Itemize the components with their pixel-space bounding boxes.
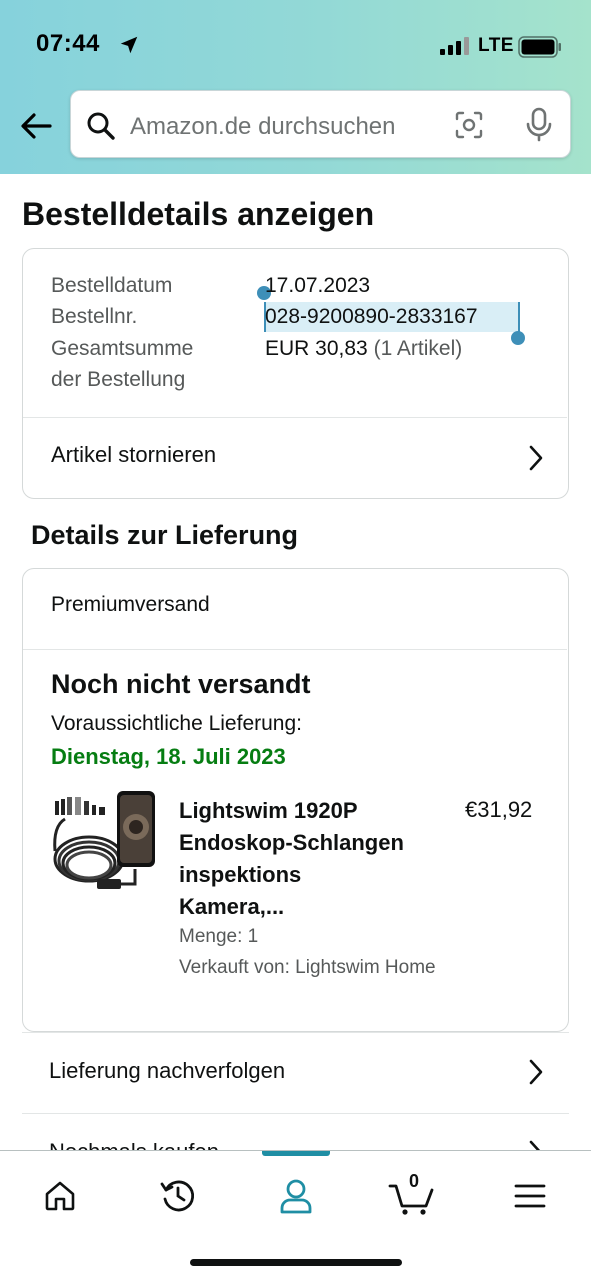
- back-arrow-icon[interactable]: [16, 106, 56, 146]
- order-total-amount: EUR 30,83: [265, 337, 368, 360]
- search-bar[interactable]: Amazon.de durchsuchen: [70, 90, 571, 158]
- product-image[interactable]: [51, 791, 157, 903]
- chevron-right-icon: [529, 445, 543, 471]
- product-title-line: Endoskop-Schlangen: [179, 830, 404, 855]
- page-title: Bestelldetails anzeigen: [22, 196, 375, 232]
- network-type: LTE: [478, 35, 514, 56]
- shipment-status: Noch nicht versandt: [51, 669, 311, 699]
- cart-count: 0: [408, 1171, 419, 1191]
- battery-icon: [518, 36, 561, 58]
- order-date-label: Bestelldatum: [51, 274, 173, 297]
- divider: [23, 649, 567, 650]
- order-number-label: Bestellnr.: [51, 305, 138, 328]
- home-indicator: [190, 1259, 402, 1266]
- product-quantity: Menge: 1: [179, 926, 259, 947]
- camera-scan-icon[interactable]: [453, 109, 485, 141]
- track-delivery-row[interactable]: Lieferung nachverfolgen: [22, 1032, 569, 1112]
- tab-home[interactable]: [30, 1171, 90, 1221]
- tab-cart[interactable]: 0: [382, 1171, 442, 1221]
- cancel-items-row[interactable]: Artikel stornieren: [23, 418, 567, 498]
- order-date-value: 17.07.2023: [265, 274, 371, 297]
- order-total-value: EUR 30,83 (1 Artikel): [265, 337, 462, 361]
- expected-delivery-date: Dienstag, 18. Juli 2023: [51, 744, 286, 769]
- account-icon: [280, 1179, 312, 1214]
- order-total-label: Gesamtsumme: [51, 337, 194, 360]
- history-icon: [160, 1180, 194, 1212]
- product-title-line: Lightswim 1920P: [179, 798, 358, 823]
- order-total-label-line2: der Bestellung: [51, 368, 186, 391]
- tab-menu[interactable]: [500, 1171, 560, 1221]
- product-seller: Verkauft von: Lightswim Home: [179, 957, 436, 978]
- order-summary-card: Bestelldatum 17.07.2023 Bestellnr. 028-9…: [22, 248, 569, 499]
- product-title-line: Kamera,...: [179, 894, 285, 919]
- microphone-icon[interactable]: [523, 107, 555, 143]
- shipping-method: Premiumversand: [51, 593, 210, 616]
- track-delivery-label: Lieferung nachverfolgen: [49, 1058, 286, 1083]
- expected-delivery-label: Voraussichtliche Lieferung:: [51, 712, 302, 735]
- product-title-line: inspektions: [179, 862, 302, 887]
- menu-icon: [514, 1184, 546, 1208]
- tab-history[interactable]: [148, 1171, 208, 1221]
- home-icon: [45, 1181, 75, 1211]
- status-time: 07:44: [36, 30, 100, 57]
- active-tab-indicator: [262, 1151, 330, 1156]
- chevron-right-icon: [529, 1059, 543, 1085]
- product-price: €31,92: [465, 797, 533, 822]
- product-title[interactable]: Lightswim 1920P Endoskop-Schlangen inspe…: [179, 795, 449, 923]
- cancel-items-label: Artikel stornieren: [51, 442, 217, 467]
- order-number-value[interactable]: 028-9200890-2833167: [265, 305, 478, 329]
- delivery-section-title: Details zur Lieferung: [31, 520, 299, 550]
- selection-end-cursor: [518, 302, 520, 332]
- search-input[interactable]: Amazon.de durchsuchen: [130, 113, 396, 141]
- tab-account[interactable]: [266, 1171, 326, 1221]
- delivery-card: Premiumversand Noch nicht versandt Vorau…: [22, 568, 569, 1032]
- signal-bars-icon: [440, 37, 469, 55]
- order-total-items: (1 Artikel): [373, 337, 463, 360]
- selection-end-handle[interactable]: [511, 331, 525, 345]
- location-arrow-icon: [120, 36, 138, 54]
- search-icon: [87, 112, 115, 140]
